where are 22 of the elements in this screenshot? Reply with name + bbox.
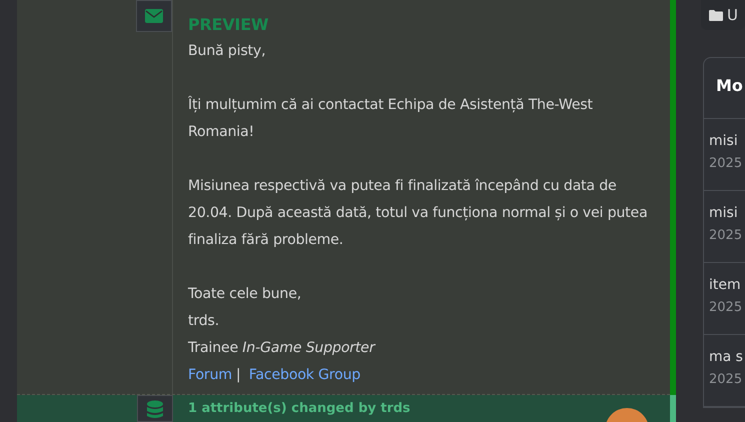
event-text: 1 attribute(s) changed by trds bbox=[188, 401, 410, 417]
item-date: 2025 bbox=[709, 227, 744, 245]
signature-line: Toate cele bune, bbox=[188, 285, 302, 304]
link[interactable]: Forum bbox=[188, 367, 232, 383]
signature-line: trds. bbox=[188, 312, 220, 331]
item-title[interactable]: misi bbox=[709, 129, 745, 153]
item-date: 2025 bbox=[709, 155, 744, 173]
item-title[interactable]: misi bbox=[709, 201, 745, 225]
message-paragraph: Misiunea respectivă va putea fi finalizată începând cu data de 20.04. După această dată, totul va funcționa normal și o vei putea finaliza fără probleme. bbox=[188, 177, 648, 250]
item-date: 2025 bbox=[709, 371, 744, 389]
link-separator: | bbox=[236, 367, 241, 383]
message-paragraph: Bună pisty, bbox=[188, 42, 267, 61]
preview-heading: PREVIEW bbox=[188, 14, 270, 36]
item-date: 2025 bbox=[709, 299, 744, 317]
folder-button[interactable]: U bbox=[701, 0, 745, 30]
panel-title: Mo bbox=[704, 58, 745, 119]
item-title[interactable]: item bbox=[709, 273, 745, 297]
message-paragraph: Îți mulțumim că ai contactat Echipa de Asistență The-West Romania! bbox=[188, 94, 594, 142]
signature-line: Trainee In-Game Supporter bbox=[188, 339, 377, 358]
link[interactable]: Facebook Group bbox=[248, 367, 360, 383]
item-title[interactable]: ma s bbox=[709, 345, 745, 369]
folder-icon bbox=[709, 10, 723, 20]
